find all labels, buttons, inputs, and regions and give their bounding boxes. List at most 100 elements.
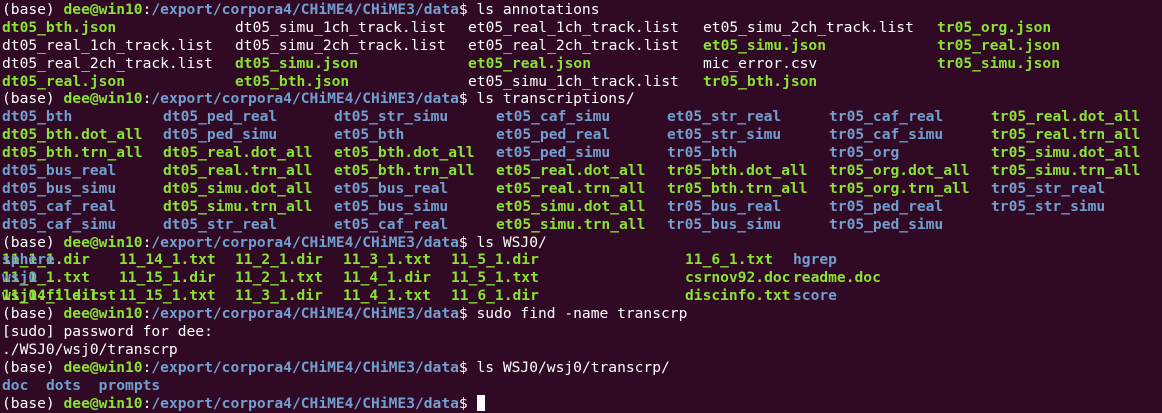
file-entry[interactable]: et05_bus_simu [334, 198, 448, 216]
file-entry[interactable]: tr05_caf_real [829, 108, 943, 126]
file-entry[interactable]: discinfo.txt [685, 287, 790, 305]
file-entry[interactable]: 11_14_1.txt [119, 251, 216, 269]
file-entry[interactable]: 11_6_1.txt [685, 251, 773, 269]
file-entry[interactable]: et05_real_1ch_track.list [468, 19, 679, 37]
file-entry[interactable]: et05_simu.json [703, 37, 826, 55]
file-entry[interactable]: tr05_real.json [937, 37, 1060, 55]
file-entry[interactable]: et05_real.trn_all [496, 180, 645, 198]
file-entry[interactable]: et05_ped_simu [496, 144, 610, 162]
command-text: ls WSJ0/wsj0/transcrp/ [476, 358, 670, 376]
file-entry[interactable]: mic_error.csv [703, 55, 817, 73]
file-entry[interactable]: tr05_bth [667, 144, 737, 162]
file-entry[interactable]: dt05_simu_1ch_track.list [235, 19, 446, 37]
file-entry[interactable]: sphere [2, 251, 55, 269]
file-entry[interactable]: et05_caf_real [334, 216, 448, 234]
file-entry[interactable]: et05_bth.dot_all [334, 144, 475, 162]
file-entry[interactable]: 11_3_1.dir [235, 287, 323, 305]
prompt-user-host: dee@win10 [63, 90, 143, 108]
file-entry[interactable]: dt05_ped_real [163, 108, 277, 126]
file-entry[interactable]: et05_simu.trn_all [496, 216, 645, 234]
file-entry[interactable]: dt05_simu.json [235, 55, 358, 73]
file-entry[interactable]: et05_real_2ch_track.list [468, 37, 679, 55]
file-entry[interactable]: dt05_simu_2ch_track.list [235, 37, 446, 55]
file-entry[interactable]: dt05_bth.dot_all [2, 126, 143, 144]
file-entry[interactable]: dt05_bus_real [2, 162, 116, 180]
file-entry[interactable]: dt05_ped_simu [163, 126, 277, 144]
file-entry[interactable]: tr05_bth.json [703, 73, 817, 91]
file-entry[interactable]: 11_15_1.dir [119, 269, 216, 287]
file-entry[interactable]: et05_bth.trn_all [334, 162, 475, 180]
file-entry[interactable]: et05_real.dot_all [496, 162, 645, 180]
file-entry[interactable]: et05_caf_simu [496, 108, 610, 126]
file-entry[interactable]: 11_6_1.dir [451, 287, 539, 305]
file-entry[interactable]: 11_3_1.txt [343, 251, 431, 269]
file-entry[interactable]: hgrep [793, 251, 837, 269]
file-entry[interactable]: et05_ped_real [496, 126, 610, 144]
file-entry[interactable]: csrnov92.doc [685, 269, 790, 287]
file-entry[interactable]: 11_5_1.txt [451, 269, 539, 287]
file-entry[interactable]: dt05_real_1ch_track.list [2, 37, 213, 55]
file-entry[interactable]: tr05_org.json [937, 19, 1051, 37]
file-entry[interactable]: tr05_bth.dot_all [667, 162, 808, 180]
file-entry[interactable]: dt05_real.trn_all [163, 162, 312, 180]
file-entry[interactable]: dt05_bus_simu [2, 180, 116, 198]
file-entry[interactable]: dt05_real.dot_all [163, 144, 312, 162]
file-entry[interactable]: dt05_str_simu [334, 108, 448, 126]
file-entry[interactable]: tr05_real.dot_all [991, 108, 1140, 126]
file-entry[interactable]: tr05_bth.trn_all [667, 180, 808, 198]
prompt-line: (base) dee@win10:/export/corpora4/CHiME4… [2, 234, 1162, 252]
file-entry[interactable]: et05_real.json [468, 55, 591, 73]
file-entry[interactable]: tr05_ped_simu [829, 216, 943, 234]
output-row: dt05_bth.json dt05_simu_1ch_track.list et0… [2, 19, 1162, 37]
file-entry[interactable]: tr05_bus_real [667, 198, 781, 216]
file-entry[interactable]: tr05_caf_simu [829, 126, 943, 144]
file-entry[interactable]: tr05_org.dot_all [829, 162, 970, 180]
file-entry[interactable]: tr05_simu.json [937, 55, 1060, 73]
file-entry[interactable]: dt05_simu.dot_all [163, 180, 312, 198]
file-entry[interactable]: wsj0 [2, 269, 37, 287]
file-entry[interactable]: dt05_real.json [2, 73, 125, 91]
file-entry[interactable]: et05_str_simu [667, 126, 781, 144]
file-entry[interactable]: readme.doc [793, 269, 881, 287]
file-entry[interactable]: dt05_real_2ch_track.list [2, 55, 213, 73]
file-entry[interactable]: et05_bus_real [334, 180, 448, 198]
file-entry[interactable]: dots [46, 377, 81, 394]
file-entry[interactable]: doc [2, 377, 28, 394]
file-entry[interactable]: tr05_org [829, 144, 899, 162]
file-entry[interactable]: 11_2_1.dir [235, 251, 323, 269]
prompt-path: /export/corpora4/CHiME4/CHiME3/data [151, 305, 459, 323]
file-entry[interactable]: tr05_simu.dot_all [991, 144, 1140, 162]
file-entry[interactable]: 11_4_1.txt [343, 287, 431, 305]
file-entry[interactable]: et05_simu_1ch_track.list [468, 73, 679, 91]
prompt-suffix: $ [458, 358, 477, 376]
file-entry[interactable]: tr05_simu.trn_all [991, 162, 1140, 180]
file-entry[interactable]: 11_15_1.txt [119, 287, 216, 305]
text-cursor[interactable] [476, 394, 485, 411]
file-entry[interactable]: et05_str_real [667, 108, 781, 126]
file-entry[interactable]: et05_simu.dot_all [496, 198, 645, 216]
file-entry[interactable]: tr05_ped_real [829, 198, 943, 216]
file-entry[interactable]: dt05_bth [2, 108, 72, 126]
file-entry[interactable]: tr05_str_real [991, 180, 1105, 198]
file-entry[interactable]: 11_5_1.dir [451, 251, 539, 269]
file-entry[interactable]: dt05_bth.trn_all [2, 144, 143, 162]
file-entry[interactable]: tr05_org.trn_all [829, 180, 970, 198]
file-entry[interactable]: dt05_bth.json [2, 19, 116, 37]
file-entry[interactable]: dt05_simu.trn_all [163, 198, 312, 216]
file-entry[interactable]: tr05_str_simu [991, 198, 1105, 216]
prompt-user-host: dee@win10 [63, 394, 143, 412]
file-entry[interactable]: tr05_bus_simu [667, 216, 781, 234]
file-entry[interactable]: score [793, 287, 837, 305]
file-entry[interactable]: dt05_caf_simu [2, 216, 116, 234]
file-entry[interactable]: prompts [99, 377, 161, 394]
file-entry[interactable]: et05_bth [334, 126, 404, 144]
file-entry[interactable]: wsj0.file.lst [2, 287, 116, 305]
file-entry[interactable]: tr05_real.trn_all [991, 126, 1140, 144]
file-entry[interactable]: et05_bth.json [235, 73, 349, 91]
file-entry[interactable]: dt05_str_real [163, 216, 277, 234]
file-entry[interactable]: 11_2_1.txt [235, 269, 323, 287]
file-entry[interactable]: 11_4_1.dir [343, 269, 431, 287]
file-entry[interactable]: dt05_caf_real [2, 198, 116, 216]
terminal-window[interactable]: (base) dee@win10:/export/corpora4/CHiME4… [2, 1, 1162, 412]
file-entry[interactable]: et05_simu_2ch_track.list [703, 19, 914, 37]
